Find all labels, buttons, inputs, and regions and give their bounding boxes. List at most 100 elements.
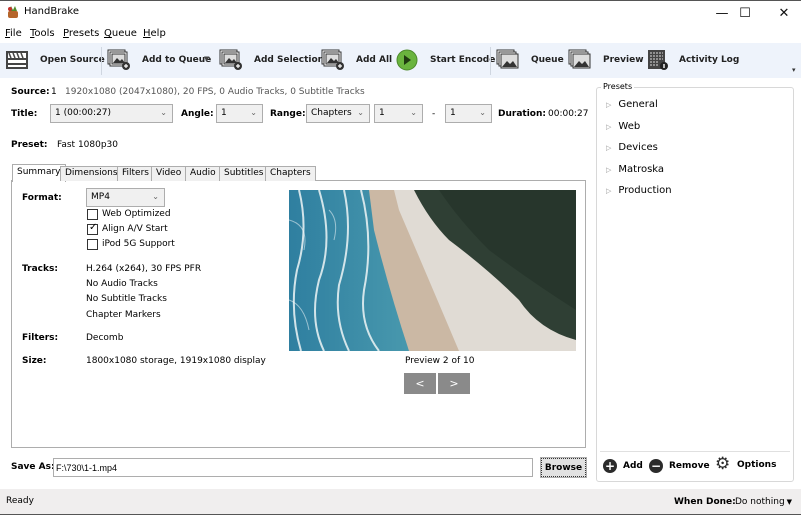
clapperboard-icon[interactable] (5, 49, 29, 71)
when-done-select[interactable]: Do nothing ▼ (735, 497, 792, 507)
tab-audio[interactable]: Audio (185, 166, 221, 181)
add-all-button[interactable]: Add All (356, 55, 392, 65)
preview-button[interactable]: Preview (603, 55, 644, 65)
activity-log-button[interactable]: Activity Log (679, 55, 739, 65)
range-end-select[interactable]: 1 ⌄ (445, 104, 492, 123)
format-label: Format: (22, 193, 62, 203)
preset-group-label: Matroska (618, 164, 665, 175)
chevron-down-icon: ⌄ (410, 108, 417, 117)
add-preset-icon[interactable]: + (603, 459, 617, 473)
queue-icon[interactable] (496, 49, 520, 71)
add-all-icon[interactable] (321, 49, 345, 71)
menu-file[interactable]: File (5, 28, 22, 39)
preset-group-label: Devices (618, 142, 658, 153)
range-separator: - (432, 109, 436, 119)
range-label: Range: (270, 109, 306, 119)
close-button[interactable]: ✕ (761, 0, 801, 26)
size-value: 1800x1080 storage, 1919x1080 display (86, 356, 266, 366)
menu-queue[interactable]: Queue (104, 28, 137, 39)
add-selection-icon[interactable] (219, 49, 243, 71)
chevron-down-icon: ⌄ (250, 108, 257, 117)
ipod-5g-support-checkbox[interactable] (87, 239, 98, 250)
chevron-down-icon: ⌄ (160, 108, 167, 117)
angle-select-value: 1 (221, 108, 227, 118)
open-source-button[interactable]: Open Source (40, 55, 105, 65)
angle-label: Angle: (181, 109, 214, 119)
gear-icon[interactable]: ⚙ (715, 456, 730, 473)
range-start-value: 1 (379, 108, 385, 118)
remove-preset-icon[interactable]: − (649, 459, 663, 473)
filters-value: Decomb (86, 333, 124, 343)
add-preset-button[interactable]: Add (623, 461, 643, 471)
tracks-label: Tracks: (22, 264, 58, 274)
format-select[interactable]: MP4 ⌄ (86, 188, 165, 207)
add-selection-button[interactable]: Add Selection (254, 55, 324, 65)
presets-legend: Presets (601, 82, 635, 91)
preset-group-label: Web (618, 121, 641, 132)
save-as-label: Save As: (11, 462, 55, 472)
expand-triangle-icon[interactable]: ▷ (606, 123, 611, 131)
range-select[interactable]: Chapters ⌄ (306, 104, 370, 123)
menu-presets-label: resets (68, 28, 100, 39)
tab-video[interactable]: Video (151, 166, 187, 181)
expand-triangle-icon[interactable]: ▷ (606, 166, 611, 174)
source-info: 1920x1080 (2047x1080), 20 FPS, 0 Audio T… (65, 87, 365, 97)
title-select-value: 1 (00:00:27) (55, 108, 112, 118)
browse-button[interactable]: Browse (540, 457, 587, 478)
menu-help-accel: H (143, 28, 151, 39)
tab-dimensions[interactable]: Dimensions (60, 166, 123, 181)
preview-next-button[interactable]: > (438, 373, 470, 394)
tab-filters[interactable]: Filters (117, 166, 154, 181)
preset-group-production[interactable]: ▷ Production (606, 185, 672, 196)
queue-button[interactable]: Queue (531, 55, 564, 65)
tab-summary[interactable]: Summary (12, 164, 66, 182)
preset-group-web[interactable]: ▷ Web (606, 121, 640, 132)
preview-prev-button[interactable]: < (404, 373, 436, 394)
add-to-queue-icon[interactable] (107, 49, 131, 71)
source-number: 1 (51, 87, 57, 97)
preset-options-button[interactable]: Options (737, 460, 776, 470)
expand-triangle-icon[interactable]: ▷ (606, 187, 611, 195)
preset-group-devices[interactable]: ▷ Devices (606, 142, 658, 153)
track-item: H.264 (x264), 30 FPS PFR (86, 264, 202, 274)
web-optimized-checkbox[interactable] (87, 209, 98, 220)
save-as-input[interactable] (53, 458, 533, 477)
preset-group-matroska[interactable]: ▷ Matroska (606, 164, 664, 175)
track-item: No Audio Tracks (86, 279, 158, 289)
align-av-start-label: Align A/V Start (102, 224, 168, 234)
toolbar-separator (490, 47, 491, 75)
menu-tools[interactable]: Tools (30, 28, 55, 39)
chevron-down-icon: ⌄ (479, 108, 486, 117)
expand-triangle-icon[interactable]: ▷ (606, 144, 611, 152)
range-start-select[interactable]: 1 ⌄ (374, 104, 423, 123)
tab-chapters[interactable]: Chapters (265, 166, 316, 181)
tab-subtitles[interactable]: Subtitles (219, 166, 269, 181)
preset-group-label: General (618, 99, 658, 110)
activity-log-icon[interactable] (646, 49, 670, 71)
play-icon[interactable] (396, 49, 420, 71)
duration-label: Duration: (498, 109, 546, 119)
align-av-start-checkbox[interactable] (87, 222, 98, 235)
ipod-5g-support-label: iPod 5G Support (102, 239, 175, 249)
source-label: Source: (11, 87, 50, 97)
expand-triangle-icon[interactable]: ▷ (606, 101, 611, 109)
menu-help[interactable]: Help (143, 28, 166, 39)
menu-help-label: elp (150, 28, 166, 39)
title-label: Title: (11, 109, 38, 119)
menu-tools-label: ools (34, 28, 55, 39)
start-encode-button[interactable]: Start Encode (430, 55, 495, 65)
preset-group-general[interactable]: ▷ General (606, 99, 658, 110)
remove-preset-button[interactable]: Remove (669, 461, 710, 471)
toolbar-overflow-icon[interactable]: ▾ (792, 66, 796, 74)
preset-label: Preset: (11, 140, 48, 150)
preview-icon[interactable] (568, 49, 592, 71)
add-to-queue-dropdown-icon[interactable]: ▼ (204, 55, 209, 63)
add-to-queue-button[interactable]: Add to Queue (142, 55, 211, 65)
menu-queue-label: ueue (111, 28, 137, 39)
angle-select[interactable]: 1 ⌄ (216, 104, 263, 123)
menu-presets[interactable]: Presets (63, 28, 99, 39)
menu-file-label: ile (10, 28, 22, 39)
preview-image (289, 190, 576, 351)
track-item: Chapter Markers (86, 310, 161, 320)
title-select[interactable]: 1 (00:00:27) ⌄ (50, 104, 173, 123)
